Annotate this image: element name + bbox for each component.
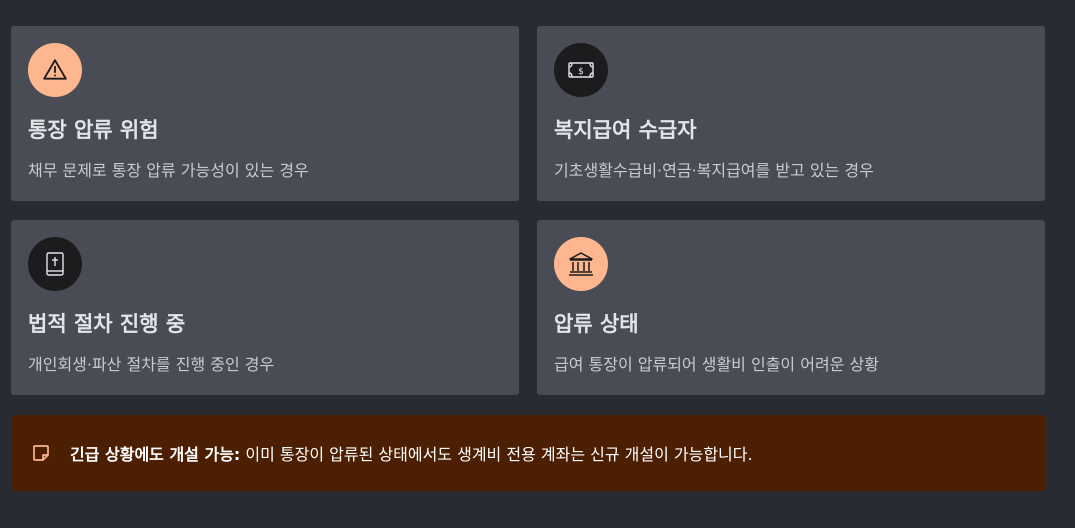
card-title: 법적 절차 진행 중 [28,312,186,336]
emergency-notice: 긴급 상황에도 개설 가능: 이미 통장이 압류된 상태에서도 생계비 전용 계… [11,415,1045,491]
bible-icon [46,252,64,276]
bank-icon-badge [554,237,608,291]
card-description: 개인회생·파산 절차를 진행 중인 경우 [28,355,275,374]
money-bill-icon-badge: $ [554,43,608,97]
card-seized-status: 압류 상태 급여 통장이 압류되어 생활비 인출이 어려운 상황 [537,220,1045,395]
notice-bold-label: 긴급 상황에도 개설 가능: [70,445,241,464]
notice-text: 긴급 상황에도 개설 가능: 이미 통장이 압류된 상태에서도 생계비 전용 계… [70,441,753,465]
bank-icon [569,252,593,276]
sticky-note-icon [32,444,50,462]
money-bill-icon: $ [568,62,594,78]
card-account-seizure-risk: 통장 압류 위험 채무 문제로 통장 압류 가능성이 있는 경우 [11,26,519,201]
eligibility-section: 통장 압류 위험 채무 문제로 통장 압류 가능성이 있는 경우 $ 복지급여 … [0,0,1075,528]
card-title: 압류 상태 [554,312,639,336]
card-title: 복지급여 수급자 [554,118,697,142]
card-description: 채무 문제로 통장 압류 가능성이 있는 경우 [28,161,309,180]
card-description: 기초생활수급비·연금·복지급여를 받고 있는 경우 [554,161,874,180]
notice-body: 이미 통장이 압류된 상태에서도 생계비 전용 계좌는 신규 개설이 가능합니다… [240,445,753,464]
svg-text:$: $ [578,67,584,77]
warning-icon-badge [28,43,82,97]
card-welfare-recipient: $ 복지급여 수급자 기초생활수급비·연금·복지급여를 받고 있는 경우 [537,26,1045,201]
card-legal-proceedings: 법적 절차 진행 중 개인회생·파산 절차를 진행 중인 경우 [11,220,519,395]
card-title: 통장 압류 위험 [28,118,159,142]
bible-icon-badge [28,237,82,291]
warning-icon [43,59,67,80]
card-description: 급여 통장이 압류되어 생활비 인출이 어려운 상황 [554,355,879,374]
